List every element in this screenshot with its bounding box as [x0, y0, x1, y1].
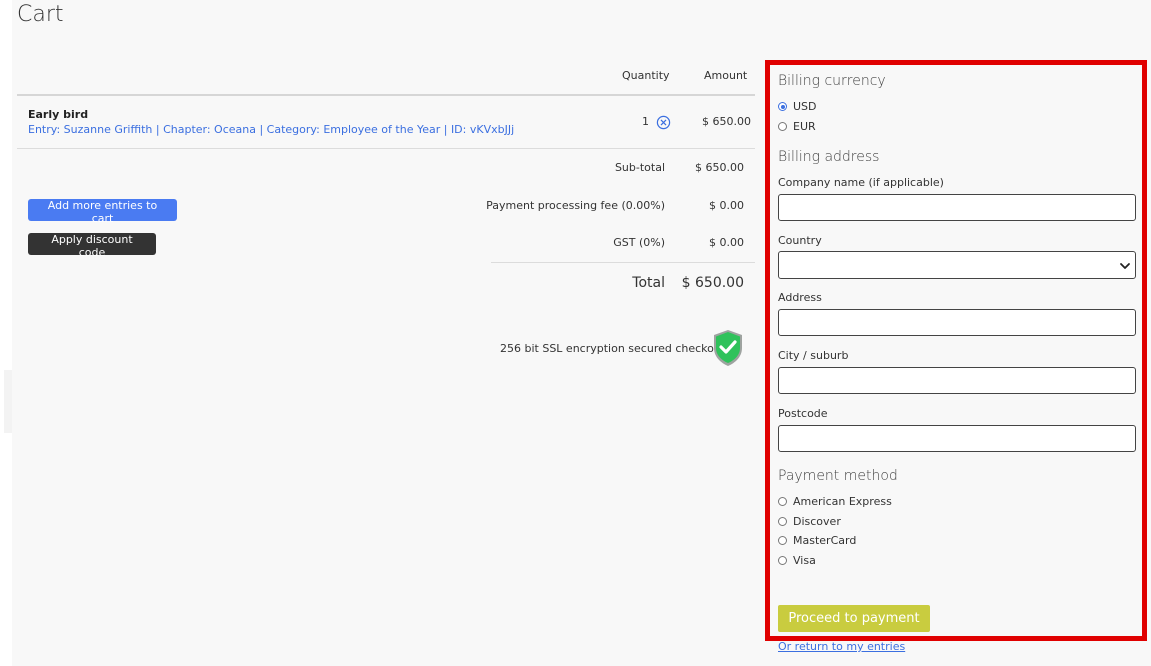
subtotal-label: Sub-total: [614, 161, 665, 174]
remove-item-icon[interactable]: [656, 115, 671, 130]
billing-address-title: Billing address: [778, 149, 880, 165]
radio-button[interactable]: [778, 536, 787, 545]
payment-option-amex[interactable]: American Express: [778, 495, 892, 508]
cart-item-amount: $ 650.00: [702, 115, 751, 128]
shield-check-icon: [714, 330, 742, 366]
gst-label: GST (0%): [613, 236, 665, 249]
payment-option-visa[interactable]: Visa: [778, 554, 816, 567]
ssl-notice: 256 bit SSL encryption secured checkout: [500, 342, 726, 355]
add-more-entries-button[interactable]: Add more entries to cart: [28, 199, 177, 225]
currency-option-eur[interactable]: EUR: [778, 120, 816, 133]
postcode-label: Postcode: [778, 407, 828, 420]
city-field[interactable]: [778, 367, 1136, 394]
country-label: Country: [778, 234, 822, 247]
company-label: Company name (if applicable): [778, 176, 944, 189]
return-to-entries-link[interactable]: Or return to my entries: [778, 640, 905, 653]
cart-item-quantity: 1: [642, 115, 649, 128]
radio-label: American Express: [793, 495, 892, 508]
radio-button[interactable]: [778, 556, 787, 565]
radio-label: MasterCard: [793, 534, 857, 547]
header-divider: [17, 94, 755, 96]
total-value: $ 650.00: [681, 275, 744, 291]
payment-option-mastercard[interactable]: MasterCard: [778, 534, 856, 547]
chevron-down-icon: [1120, 263, 1130, 269]
fee-label: Payment processing fee (0.00%): [486, 199, 665, 212]
item-divider: [17, 148, 755, 149]
payment-method-title: Payment method: [778, 468, 898, 484]
scroll-strip: [4, 370, 12, 433]
fee-value: $ 0.00: [709, 199, 744, 212]
radio-button[interactable]: [778, 122, 787, 131]
gst-value: $ 0.00: [709, 236, 744, 249]
radio-button[interactable]: [778, 517, 787, 526]
quantity-column-header: Quantity: [622, 69, 670, 82]
amount-column-header: Amount: [704, 69, 748, 82]
radio-button[interactable]: [778, 497, 787, 506]
address-field[interactable]: [778, 309, 1136, 336]
proceed-to-payment-button[interactable]: Proceed to payment: [778, 605, 930, 632]
company-field[interactable]: [778, 194, 1136, 221]
city-label: City / suburb: [778, 349, 849, 362]
total-divider: [491, 262, 755, 263]
subtotal-value: $ 650.00: [695, 161, 744, 174]
address-label: Address: [778, 291, 822, 304]
radio-label: EUR: [793, 120, 816, 133]
apply-discount-button[interactable]: Apply discount code: [28, 233, 156, 259]
radio-button[interactable]: [778, 102, 787, 111]
currency-option-usd[interactable]: USD: [778, 100, 817, 113]
cart-item-name: Early bird: [28, 108, 89, 121]
country-select[interactable]: [778, 251, 1136, 279]
radio-label: Visa: [793, 554, 816, 567]
postcode-field[interactable]: [778, 425, 1136, 452]
radio-label: USD: [793, 100, 817, 113]
payment-option-discover[interactable]: Discover: [778, 515, 841, 528]
page-title: Cart: [17, 2, 64, 27]
total-label: Total: [632, 275, 665, 291]
billing-currency-title: Billing currency: [778, 73, 886, 89]
cart-item-description-link[interactable]: Entry: Suzanne Griffith | Chapter: Ocean…: [28, 123, 514, 136]
radio-label: Discover: [793, 515, 841, 528]
